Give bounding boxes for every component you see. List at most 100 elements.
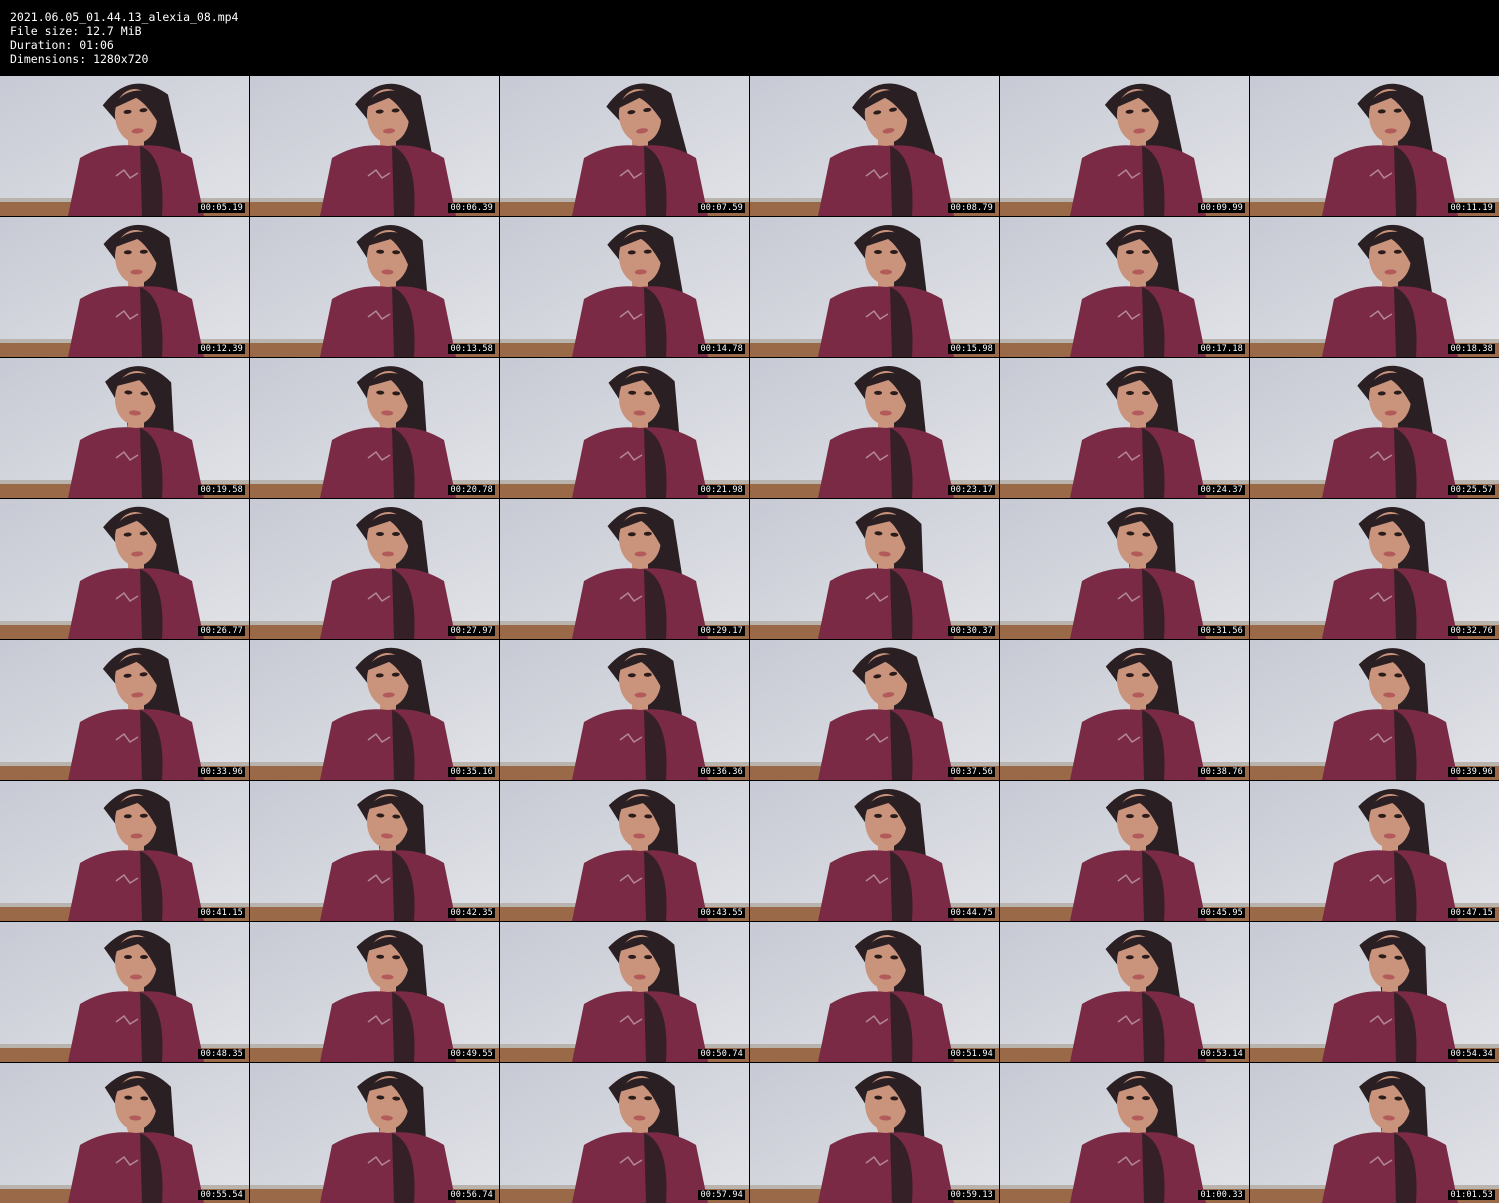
video-thumbnail: 00:27.97 (250, 499, 499, 639)
timestamp-label: 00:48.35 (198, 1049, 245, 1059)
timestamp-label: 01:00.33 (1198, 1190, 1245, 1200)
timestamp-label: 00:57.94 (698, 1190, 745, 1200)
video-thumbnail: 00:20.78 (250, 358, 499, 498)
frame-image (750, 217, 999, 357)
timestamp-label: 00:11.19 (1448, 203, 1495, 213)
frame-image (750, 922, 999, 1062)
frame-image (750, 76, 999, 216)
frame-image (250, 781, 499, 921)
timestamp-label: 00:43.55 (698, 908, 745, 918)
frame-image (0, 217, 249, 357)
frame-image (0, 640, 249, 780)
timestamp-label: 00:37.56 (948, 767, 995, 777)
timestamp-label: 00:44.75 (948, 908, 995, 918)
frame-image (500, 640, 749, 780)
video-thumbnail: 00:47.15 (1250, 781, 1499, 921)
frame-image (1000, 499, 1249, 639)
video-thumbnail: 00:54.34 (1250, 922, 1499, 1062)
timestamp-label: 00:49.55 (448, 1049, 495, 1059)
timestamp-label: 00:42.35 (448, 908, 495, 918)
timestamp-label: 00:12.39 (198, 344, 245, 354)
timestamp-label: 00:26.77 (198, 626, 245, 636)
file-info-header: 2021.06.05_01.44.13_alexia_08.mp4 File s… (0, 0, 1499, 75)
frame-image (1000, 781, 1249, 921)
video-thumbnail: 00:42.35 (250, 781, 499, 921)
timestamp-label: 00:14.78 (698, 344, 745, 354)
video-thumbnail: 00:13.58 (250, 217, 499, 357)
timestamp-label: 00:39.96 (1448, 767, 1495, 777)
video-thumbnail: 00:24.37 (1000, 358, 1249, 498)
video-thumbnail: 00:53.14 (1000, 922, 1249, 1062)
timestamp-label: 00:18.38 (1448, 344, 1495, 354)
frame-image (250, 217, 499, 357)
dimensions-text: Dimensions: 1280x720 (10, 52, 149, 66)
timestamp-label: 00:13.58 (448, 344, 495, 354)
video-thumbnail: 00:32.76 (1250, 499, 1499, 639)
video-thumbnail: 00:11.19 (1250, 76, 1499, 216)
frame-image (1250, 640, 1499, 780)
frame-image (1250, 499, 1499, 639)
timestamp-label: 00:45.95 (1198, 908, 1245, 918)
timestamp-label: 00:50.74 (698, 1049, 745, 1059)
video-thumbnail: 00:05.19 (0, 76, 249, 216)
timestamp-label: 00:54.34 (1448, 1049, 1495, 1059)
video-thumbnail: 00:56.74 (250, 1063, 499, 1203)
frame-image (0, 1063, 249, 1203)
frame-image (500, 781, 749, 921)
video-thumbnail: 00:09.99 (1000, 76, 1249, 216)
video-thumbnail: 00:38.76 (1000, 640, 1249, 780)
frame-image (500, 922, 749, 1062)
duration-text: Duration: 01:06 (10, 38, 114, 52)
timestamp-label: 01:01.53 (1448, 1190, 1495, 1200)
frame-image (1250, 358, 1499, 498)
video-thumbnail: 01:00.33 (1000, 1063, 1249, 1203)
timestamp-label: 00:55.54 (198, 1190, 245, 1200)
video-thumbnail: 00:06.39 (250, 76, 499, 216)
timestamp-label: 00:08.79 (948, 203, 995, 213)
video-thumbnail: 00:50.74 (500, 922, 749, 1062)
video-thumbnail: 00:45.95 (1000, 781, 1249, 921)
timestamp-label: 00:17.18 (1198, 344, 1245, 354)
video-thumbnail: 00:49.55 (250, 922, 499, 1062)
video-thumbnail: 00:21.98 (500, 358, 749, 498)
frame-image (0, 499, 249, 639)
video-thumbnail: 00:35.16 (250, 640, 499, 780)
video-thumbnail: 00:51.94 (750, 922, 999, 1062)
timestamp-label: 00:09.99 (1198, 203, 1245, 213)
frame-image (1000, 358, 1249, 498)
frame-image (1250, 217, 1499, 357)
video-thumbnail: 00:44.75 (750, 781, 999, 921)
frame-image (1250, 781, 1499, 921)
thumbnail-grid: 00:05.19 00:06.39 00:07.59 00:08.79 00:09.99… (0, 76, 1499, 1203)
video-thumbnail: 00:55.54 (0, 1063, 249, 1203)
video-thumbnail: 00:59.13 (750, 1063, 999, 1203)
timestamp-label: 00:20.78 (448, 485, 495, 495)
video-thumbnail: 00:37.56 (750, 640, 999, 780)
frame-image (750, 358, 999, 498)
frame-image (0, 781, 249, 921)
video-thumbnail: 00:57.94 (500, 1063, 749, 1203)
timestamp-label: 00:51.94 (948, 1049, 995, 1059)
video-thumbnail: 00:39.96 (1250, 640, 1499, 780)
timestamp-label: 00:53.14 (1198, 1049, 1245, 1059)
video-thumbnail: 00:26.77 (0, 499, 249, 639)
timestamp-label: 00:59.13 (948, 1190, 995, 1200)
video-thumbnail: 00:15.98 (750, 217, 999, 357)
frame-image (750, 781, 999, 921)
frame-image (250, 1063, 499, 1203)
timestamp-label: 00:31.56 (1198, 626, 1245, 636)
frame-image (250, 640, 499, 780)
timestamp-label: 00:27.97 (448, 626, 495, 636)
frame-image (750, 640, 999, 780)
frame-image (500, 1063, 749, 1203)
frame-image (250, 358, 499, 498)
frame-image (1250, 1063, 1499, 1203)
video-thumbnail: 00:36.36 (500, 640, 749, 780)
frame-image (1000, 1063, 1249, 1203)
video-thumbnail: 00:19.58 (0, 358, 249, 498)
video-thumbnail: 00:08.79 (750, 76, 999, 216)
frame-image (500, 499, 749, 639)
frame-image (1000, 922, 1249, 1062)
video-thumbnail: 00:17.18 (1000, 217, 1249, 357)
timestamp-label: 00:30.37 (948, 626, 995, 636)
